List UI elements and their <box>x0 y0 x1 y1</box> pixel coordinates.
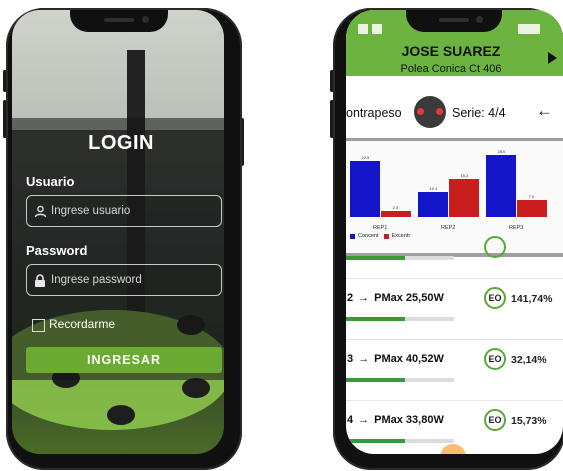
series-value: 4/4 <box>488 106 506 120</box>
joystick-right-dot <box>436 108 443 115</box>
play-icon[interactable] <box>548 52 557 64</box>
rep-progress-bar <box>346 317 454 321</box>
speaker <box>104 18 134 22</box>
rep-value: 40,52W <box>405 353 444 365</box>
speaker <box>439 18 469 22</box>
rep-value: 25,50W <box>405 292 444 304</box>
rep-index: 4 <box>347 414 354 426</box>
category-label: REP2 <box>441 225 456 231</box>
status-icon <box>518 24 540 34</box>
bar-excentr-rep2 <box>449 179 479 217</box>
remember-label: Recordarme <box>49 317 116 331</box>
rep-progress-fill <box>346 256 406 260</box>
phone-notch <box>406 10 502 32</box>
bar-value-label: 15.3 <box>460 173 469 179</box>
bar-excentr-rep1 <box>381 211 411 217</box>
password-field[interactable]: Ingrese password <box>26 264 222 296</box>
series-label: Serie: <box>452 106 485 120</box>
joystick-icon[interactable] <box>414 96 446 128</box>
login-screen: LOGIN Usuario Ingrese usuario Password I… <box>12 10 224 454</box>
bar-value-label: 7.0 <box>528 193 535 199</box>
control-row: ontrapeso Serie: 4/4 ← <box>346 92 563 132</box>
legend-excentr: Excentr <box>391 233 411 239</box>
home-indicator <box>440 444 466 454</box>
username-label: Usuario <box>26 174 75 189</box>
legend-concent: Concent <box>358 233 379 239</box>
reps-chart: Concent Excentr 22.5 2.3 REP1 10.1 15.3 REP2 2… <box>346 138 563 257</box>
user-icon <box>33 204 47 218</box>
eo-badge-icon: EO <box>484 287 506 309</box>
username-field[interactable]: Ingrese usuario <box>26 195 222 227</box>
password-placeholder: Ingrese password <box>51 274 142 286</box>
rep-text: 4 → PMax 33,80W <box>347 414 444 426</box>
bar-value-label: 10.1 <box>429 185 438 191</box>
password-label: Password <box>26 243 88 258</box>
rep-progress-fill <box>346 317 406 321</box>
arrow-left-icon[interactable]: ← <box>536 101 553 121</box>
rep-text: 3 → PMax 40,52W <box>347 353 444 365</box>
rep-percent: 15,73% <box>511 415 547 427</box>
eo-badge-icon: EO <box>484 348 506 370</box>
camera <box>476 16 483 23</box>
machine-puck <box>182 378 210 398</box>
rep-index: 2 <box>347 292 354 304</box>
machine-puck <box>107 405 135 425</box>
rep-percent: 32,14% <box>511 354 547 366</box>
category-label: REP1 <box>373 225 388 231</box>
login-button[interactable]: INGRESAR <box>26 347 222 373</box>
rep-progress-fill <box>346 378 406 382</box>
series-indicator: Serie: 4/4 <box>452 106 506 120</box>
row-divider <box>346 400 563 401</box>
rep-value: 33,80W <box>405 414 444 426</box>
rep-progress-bar <box>346 439 454 443</box>
counterweight-label: ontrapeso <box>346 106 402 120</box>
device-name: Polea Conica Ct 406 <box>400 63 502 75</box>
chart-legend: Concent Excentr <box>350 233 410 239</box>
category-label: REP3 <box>509 225 524 231</box>
status-icon <box>358 24 368 34</box>
status-icon <box>372 24 382 34</box>
username-placeholder: Ingrese usuario <box>51 205 131 217</box>
rep-percent: 141,74% <box>511 293 553 305</box>
rep-text: 2 → PMax 25,50W <box>347 292 444 304</box>
remember-checkbox[interactable] <box>32 319 45 332</box>
camera <box>142 16 149 23</box>
arrow-right-icon: → <box>358 353 370 365</box>
row-divider <box>346 278 563 279</box>
eo-badge-icon <box>484 236 506 258</box>
phone-notch <box>70 10 168 32</box>
rep-index: 3 <box>347 353 354 365</box>
arrow-right-icon: → <box>358 292 370 304</box>
bar-value-label: 2.3 <box>392 205 399 211</box>
lock-icon <box>33 273 47 287</box>
arrow-right-icon: → <box>358 414 370 426</box>
login-title: LOGIN <box>88 132 154 154</box>
rep-label: PMax <box>374 414 406 426</box>
legend-swatch-concent <box>350 233 355 239</box>
rep-progress-fill <box>346 439 406 443</box>
bar-value-label: 25.0 <box>497 149 506 154</box>
rep-label: PMax <box>374 292 406 304</box>
eo-badge-icon: EO <box>484 409 506 431</box>
rep-progress-bar <box>346 378 454 382</box>
bar-excentr-rep3 <box>517 199 547 217</box>
rep-progress-bar <box>346 256 454 260</box>
session-screen: JOSE SUAREZ Polea Conica Ct 406 ontrapes… <box>346 10 563 454</box>
bar-value-label: 22.5 <box>361 155 370 161</box>
legend-swatch-excentr <box>383 233 389 239</box>
joystick-left-dot <box>417 108 424 115</box>
bar-concent-rep3 <box>486 155 516 217</box>
row-divider <box>346 339 563 340</box>
rep-label: PMax <box>374 353 406 365</box>
user-name: JOSE SUAREZ <box>401 43 501 59</box>
bar-concent-rep2 <box>418 191 448 217</box>
bar-concent-rep1 <box>350 161 380 217</box>
